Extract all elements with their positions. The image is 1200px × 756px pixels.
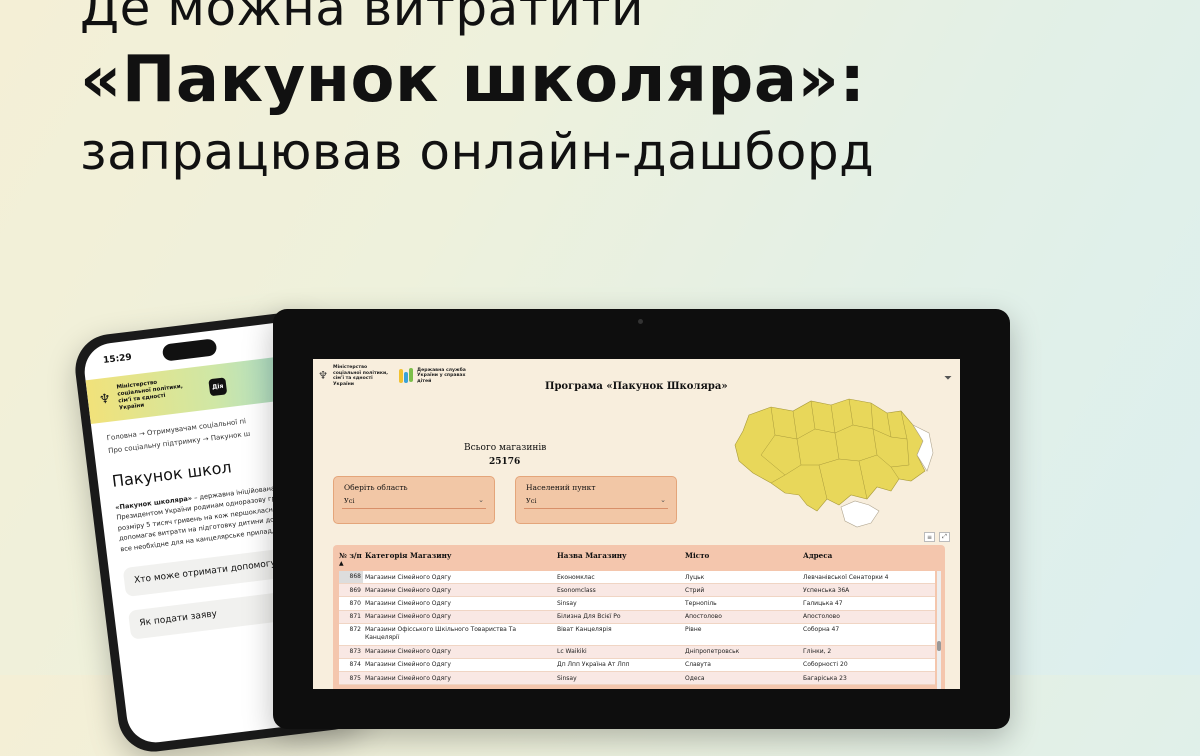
agency-logo: Державна служба України у справах дітей bbox=[399, 368, 469, 385]
cell-num: 869 bbox=[349, 586, 361, 594]
diia-logo[interactable]: Дія bbox=[208, 376, 228, 396]
col-store-name[interactable]: Назва Магазину bbox=[557, 551, 627, 560]
chevron-down-icon: ⌄ bbox=[660, 496, 666, 504]
phone-time: 15:29 bbox=[102, 352, 133, 367]
cell-category: Магазини Сімейного Одягу bbox=[365, 573, 451, 581]
table-body: 868 Магазини Сімейного Одягу Економклас … bbox=[339, 571, 935, 686]
ukraine-map[interactable] bbox=[731, 395, 936, 529]
cell-city: Луцьк bbox=[685, 573, 705, 581]
dashboard-screen: ♆ Міністерство соціальної політики, сім'… bbox=[313, 359, 960, 689]
cell-store-name: Дп Лпп Україна Ат Лпп bbox=[557, 661, 630, 669]
cell-city: Тернопіль bbox=[685, 599, 717, 607]
cell-store-name: Віват Канцелярія bbox=[557, 626, 612, 634]
cell-city: Одеса bbox=[685, 674, 705, 682]
cell-category: Магазини Сімейного Одягу bbox=[365, 674, 451, 682]
cell-category: Магазини Сімейного Одягу bbox=[365, 648, 451, 656]
cell-store-name: Білизна Для Всієї Ро bbox=[557, 613, 621, 621]
trident-icon: ♆ bbox=[98, 391, 112, 408]
ukraine-regions-shape[interactable] bbox=[734, 398, 926, 512]
table-row[interactable]: 868 Магазини Сімейного Одягу Економклас … bbox=[339, 571, 935, 585]
cell-city: Славута bbox=[685, 661, 711, 669]
table-row[interactable]: 870 Магазини Сімейного Одягу Sinsay Терн… bbox=[339, 597, 935, 611]
cell-num: 868 bbox=[339, 571, 363, 584]
cell-city: Стрий bbox=[685, 586, 705, 594]
region-slicer-label: Оберіть область bbox=[344, 483, 408, 492]
cell-num: 870 bbox=[349, 599, 361, 607]
region-dropdown[interactable]: Усі ⌄ bbox=[342, 496, 486, 509]
headline-line-3: запрацював онлайн-дашборд bbox=[80, 123, 875, 181]
filter-icon[interactable]: ≡ bbox=[924, 532, 935, 542]
region-dropdown-value: Усі bbox=[344, 497, 355, 505]
cell-num: 871 bbox=[349, 613, 361, 621]
headline: Де можна витратити «Пакунок школяра»: за… bbox=[80, 0, 874, 182]
chevron-down-icon: ⌄ bbox=[478, 496, 484, 504]
cell-category: Магазини Сімейного Одягу bbox=[365, 586, 451, 594]
city-dropdown[interactable]: Усі ⌄ bbox=[524, 496, 668, 509]
ministry-logo: ♆ Міністерство соціальної політики, сім'… bbox=[317, 365, 393, 387]
cell-num: 872 bbox=[349, 626, 361, 634]
children-service-icon bbox=[399, 368, 413, 384]
cell-city: Апостолово bbox=[685, 613, 722, 621]
table-scrollbar[interactable] bbox=[937, 571, 941, 689]
cell-num: 873 bbox=[349, 648, 361, 656]
focus-mode-icon[interactable]: ⤢ bbox=[939, 532, 950, 542]
cell-category: Магазини Сімейного Одягу bbox=[365, 613, 451, 621]
clear-filter-icon[interactable]: ⏷ bbox=[944, 373, 952, 384]
sort-ascending-icon: ▲ bbox=[339, 560, 344, 567]
cell-address: Глінки, 2 bbox=[803, 648, 832, 656]
cell-num: 875 bbox=[349, 674, 361, 682]
headline-line-1: Де можна витратити bbox=[80, 0, 645, 37]
table-visual-toolbar: ≡ ⤢ bbox=[924, 532, 950, 542]
tablet-mockup: ♆ Міністерство соціальної політики, сім'… bbox=[273, 309, 1010, 729]
cell-address: Успенська 36А bbox=[803, 586, 850, 594]
cell-address: Галицька 47 bbox=[803, 599, 843, 607]
cell-store-name: Sinsay bbox=[557, 674, 577, 682]
crimea-shape[interactable] bbox=[840, 500, 880, 528]
cell-city: Рівне bbox=[685, 626, 702, 634]
cell-address: Соборна 47 bbox=[803, 626, 840, 634]
headline-line-2: «Пакунок школяра»: bbox=[80, 43, 866, 117]
city-dropdown-value: Усі bbox=[526, 497, 537, 505]
city-slicer-label: Населений пункт bbox=[526, 483, 596, 492]
table-row[interactable]: 869 Магазини Сімейного Одягу Esonomclass… bbox=[339, 584, 935, 598]
table-row[interactable]: 872 Магазини Офісського Шкільного Товари… bbox=[339, 623, 935, 646]
dashboard-logos: ♆ Міністерство соціальної політики, сім'… bbox=[317, 365, 469, 387]
cell-address: Багаріська 23 bbox=[803, 674, 847, 682]
dashboard-title: Програма «Пакунок Школяра» bbox=[545, 381, 728, 392]
cell-category: Магазини Сімейного Одягу bbox=[365, 661, 451, 669]
col-address[interactable]: Адреса bbox=[803, 551, 832, 560]
table-row[interactable]: 873 Магазини Сімейного Одягу Lc Waikiki … bbox=[339, 645, 935, 659]
table-row[interactable]: 871 Магазини Сімейного Одягу Білизна Для… bbox=[339, 610, 935, 624]
cell-category: Магазини Сімейного Одягу bbox=[365, 599, 451, 607]
city-slicer[interactable]: Населений пункт Усі ⌄ bbox=[515, 476, 677, 524]
table-row[interactable]: 875 Магазини Сімейного Одягу Sinsay Одес… bbox=[339, 672, 935, 686]
agency-logo-text: Державна служба України у справах дітей bbox=[417, 367, 466, 384]
kpi-total-stores-value: 25176 bbox=[489, 457, 521, 467]
cell-store-name: Економклас bbox=[557, 573, 595, 581]
cell-num: 874 bbox=[349, 661, 361, 669]
cell-address: Апостолово bbox=[803, 613, 840, 621]
col-city[interactable]: Місто bbox=[685, 551, 709, 560]
cell-city: Дніпропетровськ bbox=[685, 648, 740, 656]
table-header: № з/п Категорія Магазину Назва Магазину … bbox=[333, 545, 945, 567]
stores-table: № з/п Категорія Магазину Назва Магазину … bbox=[333, 545, 945, 689]
ministry-logo-text: Міністерство соціальної політики, сім'ї … bbox=[333, 365, 388, 387]
cell-address: Соборності 20 bbox=[803, 661, 848, 669]
phone-banner-org: Міністерство соціальної політики, сім'ї … bbox=[116, 379, 184, 412]
region-slicer[interactable]: Оберіть область Усі ⌄ bbox=[333, 476, 495, 524]
dynamic-island bbox=[161, 338, 218, 362]
cell-category: Магазини Офісського Шкільного Товариства… bbox=[365, 626, 517, 634]
col-num[interactable]: № з/п bbox=[339, 551, 362, 560]
cell-category-line-2: Канцелярії bbox=[365, 634, 400, 642]
cell-address: Левчанівської Сенаторки 4 bbox=[803, 573, 889, 581]
tablet-camera bbox=[638, 319, 643, 324]
kpi-total-stores-label: Всього магазинів bbox=[464, 443, 547, 453]
cell-store-name: Lc Waikiki bbox=[557, 648, 587, 656]
col-category[interactable]: Категорія Магазину bbox=[365, 551, 451, 560]
table-row[interactable]: 874 Магазини Сімейного Одягу Дп Лпп Укра… bbox=[339, 658, 935, 673]
cell-store-name: Esonomclass bbox=[557, 586, 596, 594]
cell-store-name: Sinsay bbox=[557, 599, 577, 607]
trident-icon: ♆ bbox=[318, 369, 328, 383]
